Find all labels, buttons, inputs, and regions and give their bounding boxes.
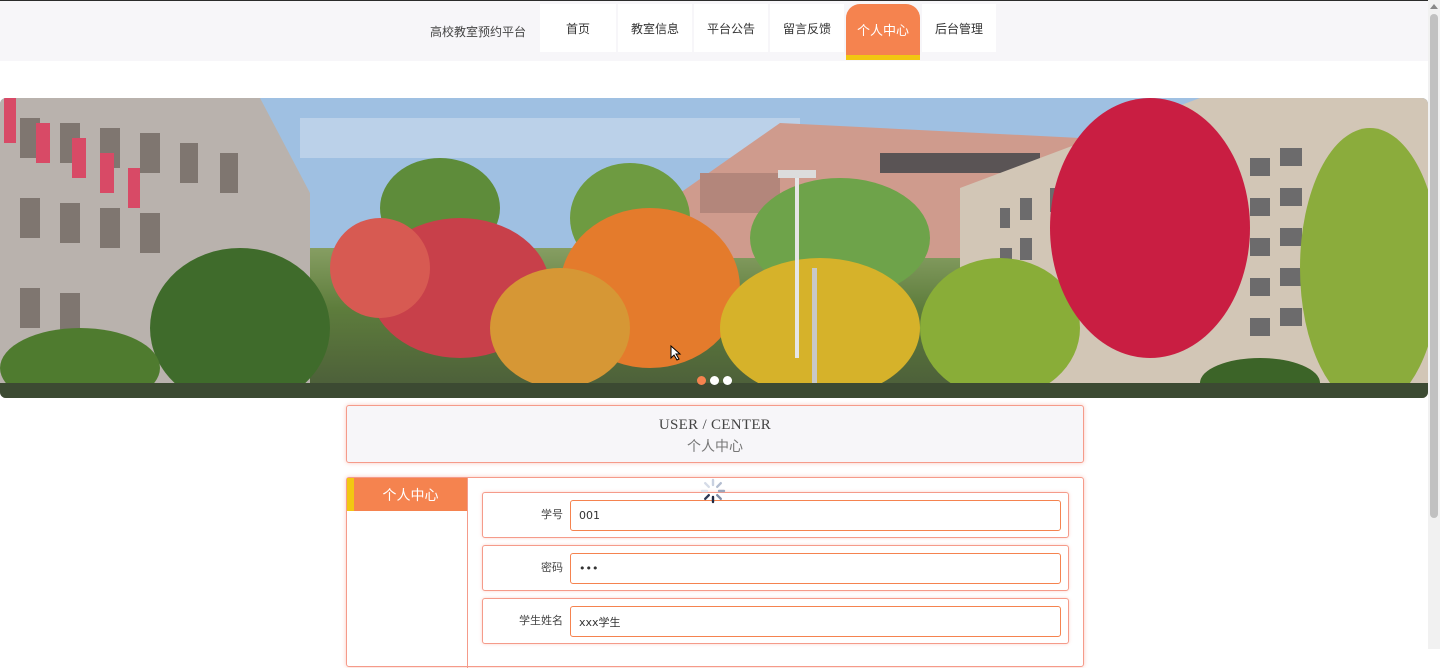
main-nav: 首页 教室信息 平台公告 留言反馈 个人中心 后台管理	[540, 4, 998, 60]
nav-item-user-center[interactable]: 个人中心	[846, 4, 920, 60]
scrollbar-thumb[interactable]	[1430, 14, 1438, 518]
nav-item-feedback[interactable]: 留言反馈	[770, 4, 844, 52]
form-row-student-name: 学生姓名	[482, 598, 1069, 644]
sidebar-tab-user-center[interactable]: 个人中心	[347, 478, 467, 511]
password-label: 密码	[541, 561, 563, 574]
page-scrollbar[interactable]	[1428, 0, 1440, 649]
student-id-label: 学号	[541, 508, 563, 521]
loading-spinner-icon	[700, 478, 726, 504]
scroll-up-icon[interactable]	[1430, 4, 1438, 9]
password-input[interactable]	[570, 553, 1061, 584]
section-title-cn: 个人中心	[687, 440, 743, 455]
form-row-student-id: 学号	[482, 492, 1069, 538]
student-name-label: 学生姓名	[519, 614, 563, 627]
carousel-dot-3[interactable]	[723, 376, 732, 385]
carousel-dot-1[interactable]	[697, 376, 706, 385]
section-title-box: USER / CENTER 个人中心	[346, 405, 1084, 463]
sidebar-divider	[467, 478, 468, 668]
student-name-input[interactable]	[570, 606, 1061, 637]
site-brand[interactable]: 高校教室预约平台	[430, 23, 526, 40]
user-center-panel: 个人中心 学号 密码 学生姓名	[346, 477, 1084, 668]
top-navbar: 高校教室预约平台 首页 教室信息 平台公告 留言反馈 个人中心 后台管理	[0, 0, 1428, 61]
hero-carousel[interactable]	[0, 98, 1428, 398]
form-row-password: 密码	[482, 545, 1069, 591]
nav-item-classroom-info[interactable]: 教室信息	[618, 4, 692, 52]
carousel-dot-2[interactable]	[710, 376, 719, 385]
carousel-indicators	[697, 376, 732, 385]
nav-item-admin[interactable]: 后台管理	[922, 4, 996, 52]
nav-item-home[interactable]: 首页	[540, 4, 616, 52]
section-title-en: USER / CENTER	[658, 417, 772, 433]
student-id-input[interactable]	[570, 500, 1061, 531]
nav-item-announcements[interactable]: 平台公告	[694, 4, 768, 52]
campus-photo	[0, 98, 1428, 398]
mouse-cursor-icon	[670, 345, 682, 361]
